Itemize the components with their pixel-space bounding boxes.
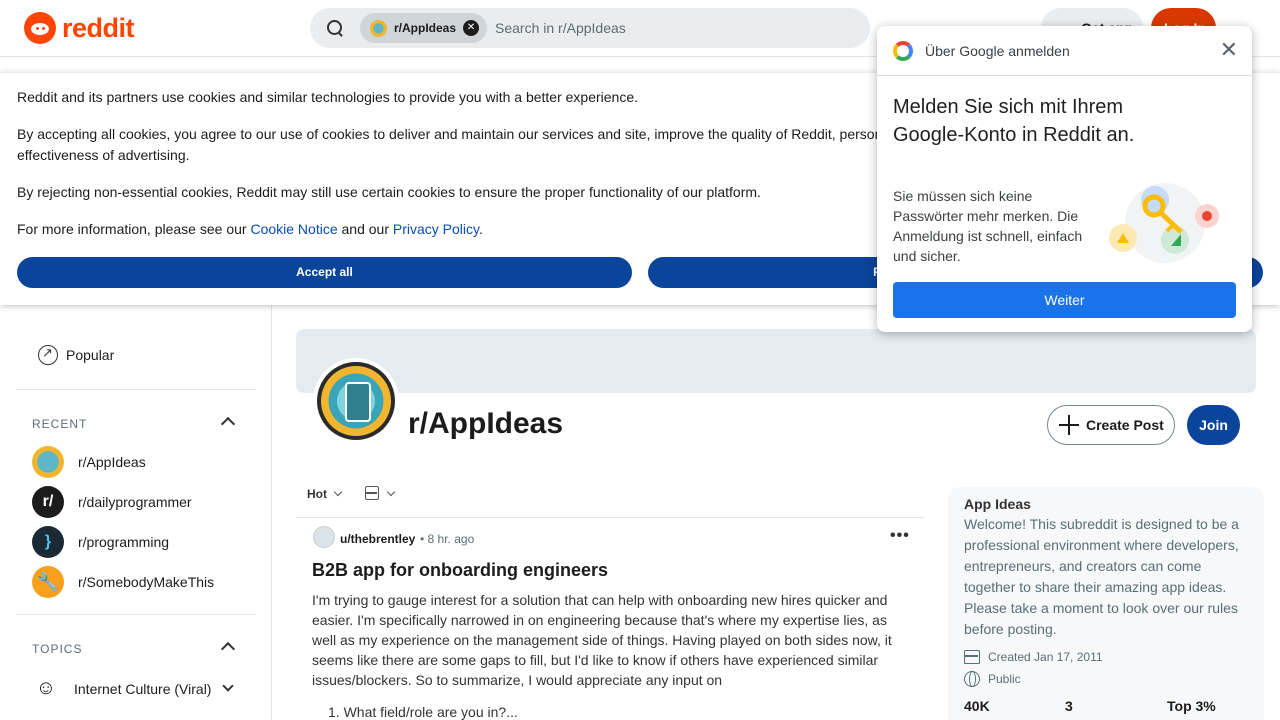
community-title: App Ideas [964, 496, 1031, 512]
search-icon [326, 19, 344, 37]
sidebar-item-dailyprogrammer[interactable]: r/ r/dailyprogrammer [32, 486, 192, 518]
plus-icon [1059, 415, 1079, 435]
sidebar-item-popular[interactable]: Popular [32, 345, 114, 365]
reddit-logo[interactable]: reddit [24, 12, 135, 44]
google-icon [893, 40, 913, 61]
search-subreddit-chip[interactable]: r/AppIdeas ✕ [360, 13, 488, 43]
sidebar-item-label: r/programming [78, 534, 170, 550]
sidebar-item-label: r/AppIdeas [78, 454, 146, 470]
wrench-icon: 🔧 [32, 566, 64, 598]
sidebar-item-programming[interactable]: } r/programming [32, 526, 169, 558]
user-avatar[interactable] [313, 526, 335, 548]
post-title[interactable]: B2B app for onboarding engineers [312, 560, 608, 581]
popup-title: Über Google anmelden [925, 42, 1070, 59]
community-description: Welcome! This subreddit is designed to b… [964, 516, 1239, 637]
google-signin-popup: Über Google anmelden ✕ Melden Sie sich m… [877, 26, 1252, 332]
about-community-card: App Ideas Welcome! This subreddit is des… [948, 487, 1264, 720]
smile-icon: ☺ [35, 677, 57, 699]
chevron-up-icon[interactable] [220, 641, 236, 657]
sidebar-divider [16, 389, 256, 390]
created-info: Created Jan 17, 2011 [964, 650, 1103, 664]
popup-heading: Melden Sie sich mit Ihrem Google-Konto i… [893, 96, 1135, 146]
chip-label: r/AppIdeas [394, 21, 457, 35]
sidebar-divider [16, 614, 256, 615]
feed-divider [296, 517, 924, 518]
chevron-down-icon[interactable] [222, 680, 234, 692]
chevron-down-icon[interactable] [333, 487, 343, 497]
globe-icon [964, 671, 980, 687]
post-body[interactable]: I'm trying to gauge interest for a solut… [312, 590, 902, 690]
privacy-policy-link[interactable]: Privacy Policy [393, 221, 479, 237]
reddit-snoo-icon [24, 12, 56, 44]
post-author[interactable]: u/thebrentley [340, 532, 415, 546]
continue-button[interactable]: Weiter [893, 282, 1236, 318]
sidebar-item-label: Internet Culture (Viral) [74, 680, 212, 697]
sidebar-item-appideas[interactable]: r/AppIdeas [32, 446, 146, 478]
sidebar-item-label: r/SomebodyMakeThis [78, 574, 215, 590]
subreddit-avatar [313, 358, 399, 444]
view-layout-icon[interactable] [365, 486, 379, 500]
chevron-down-icon[interactable] [386, 487, 396, 497]
sidebar-item-somebodymakethis[interactable]: 🔧 r/SomebodyMakeThis [32, 566, 214, 598]
cookie-text-4-prefix: For more information, please see our [17, 221, 251, 237]
post-timestamp: • 8 hr. ago [420, 532, 475, 546]
popup-body: Sie müssen sich keine Passwörter mehr me… [893, 188, 1083, 264]
sidebar-item-label: r/dailyprogrammer [78, 494, 192, 510]
more-icon[interactable]: ••• [890, 528, 910, 544]
online-count: 3 [1065, 698, 1073, 714]
create-post-label: Create Post [1086, 417, 1164, 433]
cookie-text-4-mid: and our [337, 221, 393, 237]
rank-stat: Top 3% [1167, 698, 1216, 714]
subreddit-banner [296, 329, 1256, 393]
sort-dropdown[interactable]: Hot [307, 487, 327, 501]
programming-icon: } [32, 526, 64, 558]
join-button[interactable]: Join [1187, 405, 1240, 445]
sidebar-item-label: Popular [66, 347, 115, 363]
logo-text: reddit [62, 12, 135, 43]
visibility-info: Public [964, 671, 1021, 687]
created-date: Created Jan 17, 2011 [988, 650, 1103, 664]
search-input[interactable] [495, 20, 870, 36]
appideas-logo-icon [321, 366, 391, 436]
subreddit-name: r/AppIdeas [408, 407, 564, 440]
member-count: 40K [964, 698, 990, 714]
popular-icon [38, 345, 58, 365]
visibility-label: Public [988, 672, 1021, 686]
popup-header: Über Google anmelden ✕ [877, 26, 1252, 76]
accept-all-button[interactable]: Accept all [17, 257, 632, 288]
chevron-up-icon[interactable] [220, 416, 236, 432]
close-icon[interactable]: ✕ [1220, 39, 1238, 61]
appideas-icon [32, 446, 64, 478]
cake-icon [964, 650, 980, 664]
post-list-item: 1. What field/role are you in?... [328, 704, 518, 720]
subreddit-avatar-icon [370, 19, 387, 37]
cookie-text-4-suffix: . [478, 221, 483, 237]
sidebar-item-internet-culture[interactable]: ☺ Internet Culture (Viral) [32, 677, 212, 700]
cookie-notice-link[interactable]: Cookie Notice [250, 221, 337, 237]
topics-section-header[interactable]: TOPICS [32, 642, 82, 656]
search-bar[interactable]: r/AppIdeas ✕ [310, 8, 870, 48]
create-post-button[interactable]: Create Post [1047, 405, 1175, 445]
left-sidebar: Popular RECENT r/AppIdeas r/ r/dailyprog… [0, 305, 272, 720]
key-illustration-icon [1109, 183, 1219, 263]
chip-close-icon[interactable]: ✕ [463, 20, 480, 36]
dailyprogrammer-icon: r/ [32, 486, 64, 518]
recent-section-header[interactable]: RECENT [32, 417, 87, 431]
